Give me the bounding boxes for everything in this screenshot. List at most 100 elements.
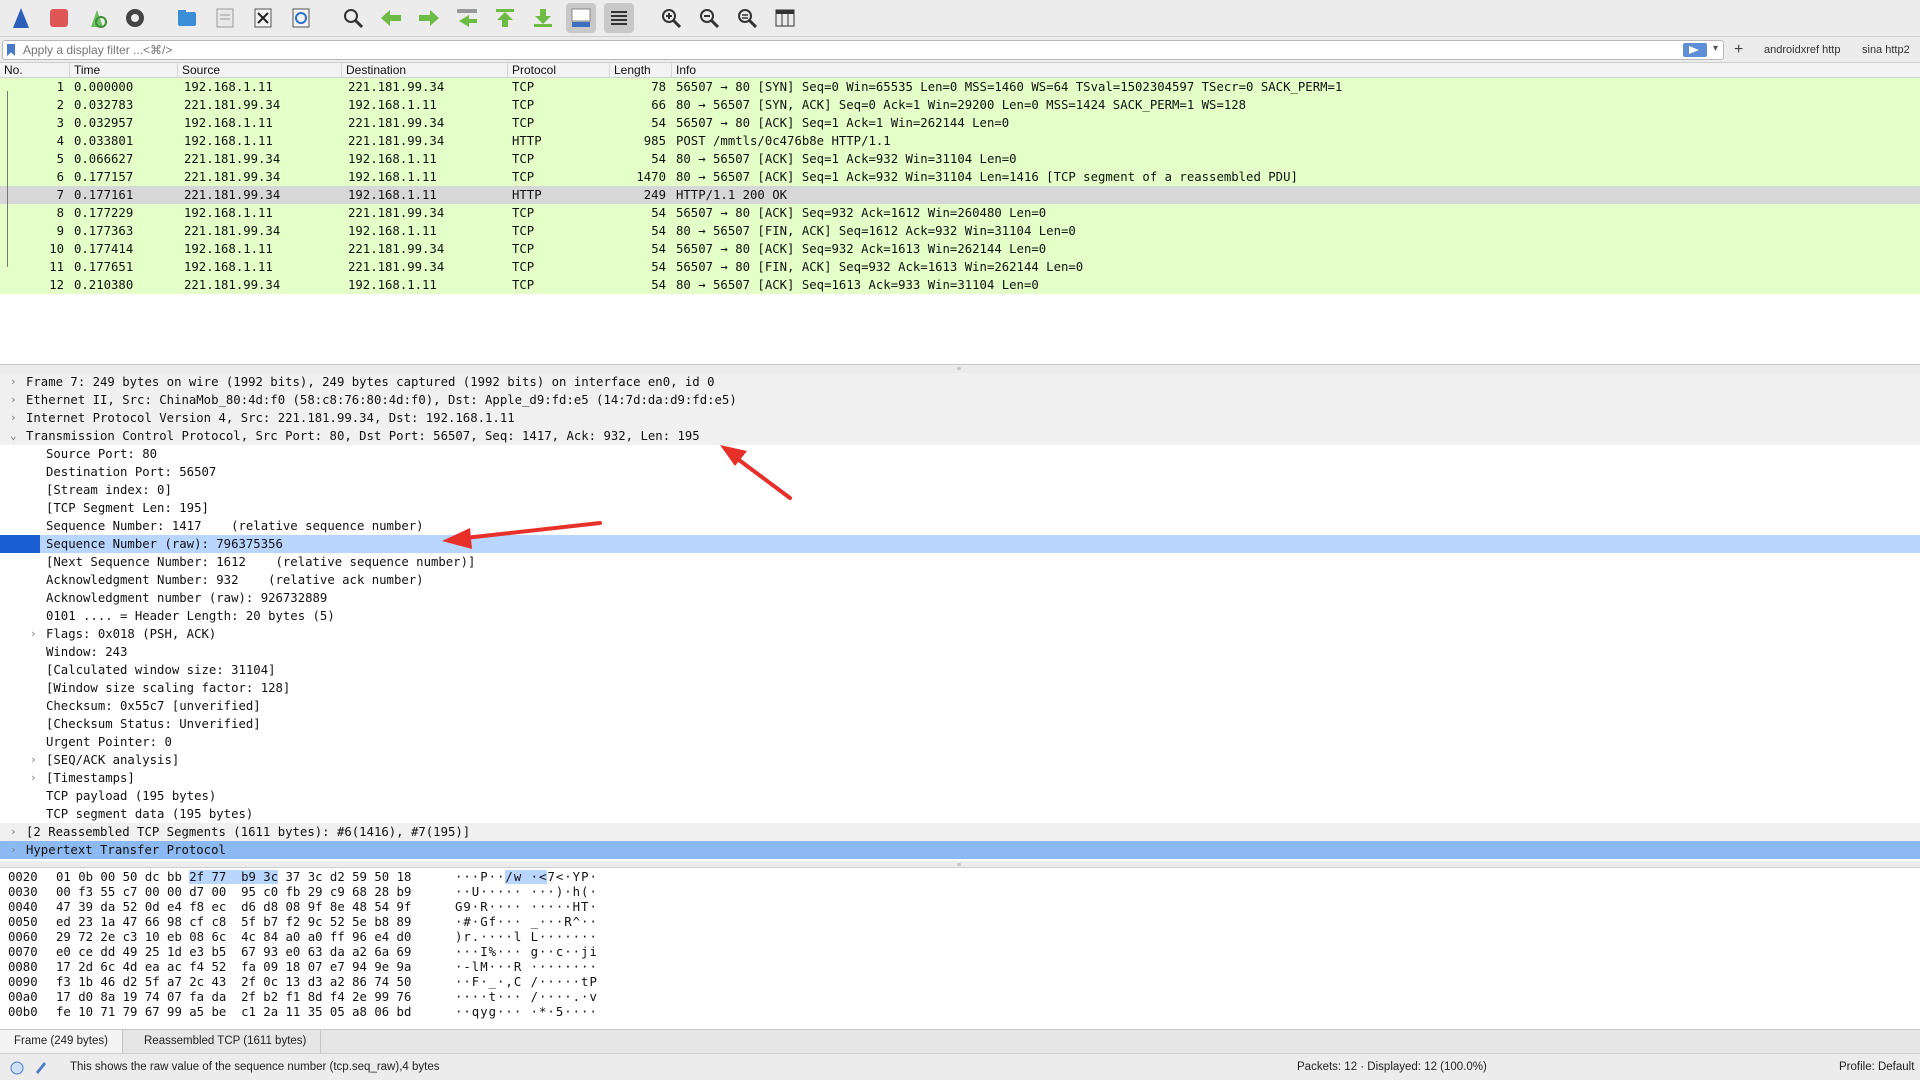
hex-row[interactable]: 00b0 fe 10 71 79 67 99 a5 be c1 2a 11 35 … <box>0 1005 1920 1020</box>
tab-frame-bytes[interactable]: Frame (249 bytes) <box>0 1030 123 1053</box>
pane-splitter-top[interactable] <box>0 365 1920 373</box>
bookmark-icon[interactable] <box>7 44 15 56</box>
expert-info-icon[interactable] <box>10 1054 24 1081</box>
open-file-icon[interactable] <box>172 3 202 33</box>
autoscroll-icon[interactable] <box>566 3 596 33</box>
detail-tree-item[interactable]: › Frame 7: 249 bytes on wire (1992 bits),… <box>0 373 1920 391</box>
detail-tree-item[interactable]: › [2 Reassembled TCP Segments (1611 bytes… <box>0 823 1920 841</box>
stop-capture-icon[interactable] <box>44 3 74 33</box>
packet-row[interactable]: 4 0.033801 192.168.1.11 221.181.99.34 HTTP 98… <box>0 132 1920 150</box>
packet-row[interactable]: 10 0.177414 192.168.1.11 221.181.99.34 TCP 54… <box>0 240 1920 258</box>
shark-fin-start-icon[interactable] <box>6 3 36 33</box>
go-back-icon[interactable] <box>376 3 406 33</box>
chevron-right-icon[interactable]: › <box>10 391 20 409</box>
chevron-down-icon[interactable]: ⌄ <box>10 427 20 445</box>
packet-row[interactable]: 2 0.032783 221.181.99.34 192.168.1.11 TCP 66 8… <box>0 96 1920 114</box>
resize-columns-icon[interactable] <box>770 3 800 33</box>
save-file-icon[interactable] <box>210 3 240 33</box>
detail-tree-item[interactable]: ⌄ Transmission Control Protocol, Src Port… <box>0 427 1920 445</box>
detail-tree-item[interactable]: [Next Sequence Number: 1612 (relative se… <box>0 553 1920 571</box>
hex-row[interactable]: 0080 17 2d 6c 4d ea ac f4 52 fa 09 18 07 … <box>0 960 1920 975</box>
close-file-icon[interactable] <box>248 3 278 33</box>
packet-row[interactable]: 6 0.177157 221.181.99.34 192.168.1.11 TCP 147… <box>0 168 1920 186</box>
detail-tree-item[interactable]: 0101 .... = Header Length: 20 bytes (5) <box>0 607 1920 625</box>
column-header-source[interactable]: Source <box>178 63 342 78</box>
filter-button-sina-http2[interactable]: sina http2 <box>1862 44 1910 56</box>
detail-tree-item[interactable]: › [SEQ/ACK analysis] <box>0 751 1920 769</box>
detail-tree-item[interactable]: › Internet Protocol Version 4, Src: 221.1… <box>0 409 1920 427</box>
go-forward-icon[interactable] <box>414 3 444 33</box>
column-header-time[interactable]: Time <box>70 63 178 78</box>
chevron-right-icon[interactable]: › <box>30 751 40 769</box>
hex-row[interactable]: 0020 01 0b 00 50 dc bb 2f 77 b9 3c 37 3c … <box>0 870 1920 885</box>
detail-tree-item[interactable]: Destination Port: 56507 <box>0 463 1920 481</box>
detail-tree-item[interactable]: [Checksum Status: Unverified] <box>0 715 1920 733</box>
chevron-right-icon[interactable]: › <box>10 841 20 859</box>
go-to-packet-icon[interactable] <box>452 3 482 33</box>
column-header-destination[interactable]: Destination <box>342 63 508 78</box>
detail-tree-item[interactable]: Acknowledgment number (raw): 926732889 <box>0 589 1920 607</box>
packet-row[interactable]: 11 0.177651 192.168.1.11 221.181.99.34 TCP 54… <box>0 258 1920 276</box>
zoom-in-icon[interactable] <box>656 3 686 33</box>
hex-row[interactable]: 0040 47 39 da 52 0d e4 f8 ec d6 d8 08 9f … <box>0 900 1920 915</box>
find-packet-icon[interactable] <box>338 3 368 33</box>
detail-tree-item[interactable]: [Stream index: 0] <box>0 481 1920 499</box>
reload-file-icon[interactable] <box>286 3 316 33</box>
hex-row[interactable]: 0060 29 72 2e c3 10 eb 08 6c 4c 84 a0 a0 … <box>0 930 1920 945</box>
chevron-right-icon[interactable]: › <box>10 409 20 427</box>
tab-reassembled-tcp[interactable]: Reassembled TCP (1611 bytes) <box>130 1030 322 1053</box>
hex-row[interactable]: 0050 ed 23 1a 47 66 98 cf c8 5f b7 f2 9c … <box>0 915 1920 930</box>
packet-row[interactable]: 7 0.177161 221.181.99.34 192.168.1.11 HTTP 24… <box>0 186 1920 204</box>
first-packet-icon[interactable] <box>490 3 520 33</box>
colorize-icon[interactable] <box>604 3 634 33</box>
detail-tree-item[interactable]: Source Port: 80 <box>0 445 1920 463</box>
detail-tree-item[interactable]: › Ethernet II, Src: ChinaMob_80:4d:f0 (58… <box>0 391 1920 409</box>
add-filter-button[interactable]: + <box>1734 41 1743 59</box>
chevron-right-icon[interactable]: › <box>30 625 40 643</box>
packet-row[interactable]: 9 0.177363 221.181.99.34 192.168.1.11 TCP 54 8… <box>0 222 1920 240</box>
detail-tree-item[interactable]: [Calculated window size: 31104] <box>0 661 1920 679</box>
capture-comment-icon[interactable] <box>34 1054 48 1081</box>
filter-button-androidxref-http[interactable]: androidxref http <box>1764 44 1840 56</box>
display-filter-input[interactable] <box>23 42 1663 58</box>
hex-row[interactable]: 00a0 17 d0 8a 19 74 07 fa da 2f b2 f1 8d … <box>0 990 1920 1005</box>
detail-tree-item[interactable]: Checksum: 0x55c7 [unverified] <box>0 697 1920 715</box>
packet-list: No. Time Source Destination Protocol Len… <box>0 63 1920 365</box>
hex-row[interactable]: 0030 00 f3 55 c7 00 00 d7 00 95 c0 fb 29 … <box>0 885 1920 900</box>
detail-tree-item[interactable]: › [Timestamps] <box>0 769 1920 787</box>
filter-history-dropdown-icon[interactable]: ▾ <box>1713 43 1718 54</box>
capture-options-icon[interactable] <box>120 3 150 33</box>
apply-filter-arrow-icon[interactable] <box>1683 43 1707 57</box>
packet-row[interactable]: 5 0.066627 221.181.99.34 192.168.1.11 TCP 54 8… <box>0 150 1920 168</box>
detail-tree-item[interactable]: › Flags: 0x018 (PSH, ACK) <box>0 625 1920 643</box>
detail-tree-item[interactable]: [TCP Segment Len: 195] <box>0 499 1920 517</box>
restart-capture-icon[interactable] <box>82 3 112 33</box>
detail-tree-item[interactable]: Window: 243 <box>0 643 1920 661</box>
zoom-out-icon[interactable] <box>694 3 724 33</box>
hex-row[interactable]: 0070 e0 ce dd 49 25 1d e3 b5 67 93 e0 63 … <box>0 945 1920 960</box>
last-packet-icon[interactable] <box>528 3 558 33</box>
zoom-normal-icon[interactable] <box>732 3 762 33</box>
hex-row[interactable]: 0090 f3 1b 46 d2 5f a7 2c 43 2f 0c 13 d3 … <box>0 975 1920 990</box>
detail-tree-item[interactable]: TCP payload (195 bytes) <box>0 787 1920 805</box>
detail-tree-item[interactable]: › Hypertext Transfer Protocol <box>0 841 1920 859</box>
detail-tree-item[interactable]: Sequence Number: 1417 (relative sequence… <box>0 517 1920 535</box>
column-header-info[interactable]: Info <box>672 63 1920 78</box>
column-header-no[interactable]: No. <box>0 63 70 78</box>
detail-tree-item[interactable]: TCP segment data (195 bytes) <box>0 805 1920 823</box>
profile-label[interactable]: Profile: Default <box>1839 1054 1914 1081</box>
hex-bytes: 17 d0 8a 19 74 07 fa da 2f b2 f1 8d f4 2… <box>56 990 412 1004</box>
detail-tree-item[interactable]: Acknowledgment Number: 932 (relative ack… <box>0 571 1920 589</box>
detail-tree-item[interactable]: [Window size scaling factor: 128] <box>0 679 1920 697</box>
column-header-length[interactable]: Length <box>610 63 672 78</box>
chevron-right-icon[interactable]: › <box>30 769 40 787</box>
packet-row[interactable]: 8 0.177229 192.168.1.11 221.181.99.34 TCP 54 5… <box>0 204 1920 222</box>
detail-tree-item[interactable]: Sequence Number (raw): 796375356 <box>0 535 1920 553</box>
packet-row[interactable]: 3 0.032957 192.168.1.11 221.181.99.34 TCP 54 5… <box>0 114 1920 132</box>
detail-tree-item[interactable]: Urgent Pointer: 0 <box>0 733 1920 751</box>
chevron-right-icon[interactable]: › <box>10 373 20 391</box>
chevron-right-icon[interactable]: › <box>10 823 20 841</box>
packet-row[interactable]: 1 0.000000 192.168.1.11 221.181.99.34 TCP 78 5… <box>0 78 1920 96</box>
column-header-protocol[interactable]: Protocol <box>508 63 610 78</box>
packet-row[interactable]: 12 0.210380 221.181.99.34 192.168.1.11 TCP 54… <box>0 276 1920 294</box>
